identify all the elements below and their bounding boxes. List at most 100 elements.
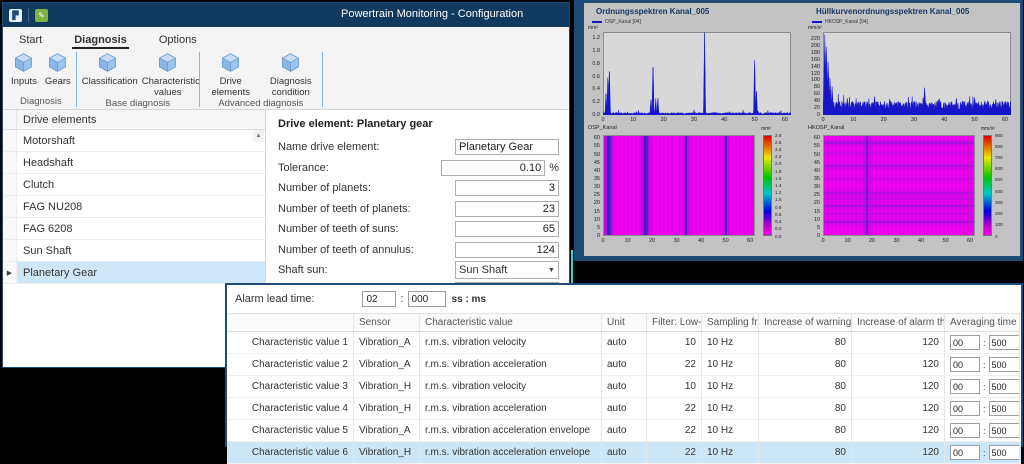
classification-button[interactable]: Classification (78, 49, 138, 88)
drive-elements-header-label: Drive elements (17, 114, 96, 126)
tolerance-input[interactable] (441, 160, 545, 176)
avg-seconds-input[interactable] (950, 379, 980, 394)
y-tick-label: 180 (806, 50, 820, 56)
edit-icon[interactable]: ✎ (35, 9, 48, 22)
colorbar-tick-label: 0.8 (775, 205, 781, 210)
colorbar-tick-label: 300 (995, 200, 1003, 205)
x-tick-label: 0 (595, 117, 611, 123)
list-item-fag-nu208[interactable]: FAG NU208 (3, 196, 265, 218)
gears-button[interactable]: Gears (41, 49, 75, 88)
number-of-teeth-of-planets-input[interactable] (455, 201, 559, 217)
titlebar[interactable]: ▛ ✎ Powertrain Monitoring - Configuratio… (3, 3, 569, 27)
desktop: { "window": { "title": "Powertrain Monit… (0, 0, 1024, 449)
tab-options[interactable]: Options (157, 32, 199, 49)
warning-cell: 80 (759, 376, 852, 397)
avg-ms-input[interactable] (989, 423, 1020, 438)
cube-icon (97, 50, 118, 77)
number-of-teeth-of-suns-input[interactable] (455, 221, 559, 237)
sampling-cell: 10 Hz (702, 420, 759, 441)
table-row[interactable]: Characteristic value 3Vibration_Hr.m.s. … (227, 376, 1021, 398)
list-item-headshaft[interactable]: Headshaft (3, 152, 265, 174)
list-item-planetary-gear[interactable]: ▶Planetary Gear (3, 262, 265, 284)
table-header-row: SensorCharacteristic valueUnitFilter: Lo… (227, 313, 1021, 332)
table-row[interactable]: Characteristic value 2Vibration_Ar.m.s. … (227, 354, 1021, 376)
alarm-seconds-input[interactable] (362, 291, 396, 307)
avg-ms-input[interactable] (989, 379, 1020, 394)
name-drive-element-input[interactable] (455, 139, 559, 155)
heatmap-x-tick-label: 30 (889, 238, 905, 244)
colorbar-tick-label: 100 (995, 222, 1003, 227)
x-tick-label: 50 (967, 117, 983, 123)
avg-seconds-input[interactable] (950, 357, 980, 372)
chart-title: Hüllkurvenordnungsspektren Kanal_005 (816, 7, 969, 16)
table-row[interactable]: Characteristic value 4Vibration_Hr.m.s. … (227, 398, 1021, 420)
colorbar-tick-label: 1.0 (775, 197, 781, 202)
avg-seconds-input[interactable] (950, 335, 980, 350)
colorbar (983, 135, 992, 236)
list-item-clutch[interactable]: Clutch (3, 174, 265, 196)
alarm-cell: 120 (852, 442, 945, 463)
alarm-cell: 120 (852, 332, 945, 353)
filter-cell: 10 (647, 376, 702, 397)
row-label: Characteristic value 2 (227, 354, 354, 375)
row-label: Characteristic value 5 (227, 420, 354, 441)
heatmap-vertical-streak (725, 136, 727, 235)
row-gutter (3, 196, 17, 217)
heatmap-x-tick-label: 0 (815, 238, 831, 244)
tab-start[interactable]: Start (17, 32, 44, 49)
characteristic-values-button[interactable]: Characteristic values (138, 49, 198, 98)
heatmap-vertical-streak (646, 136, 648, 235)
warning-cell: 80 (759, 398, 852, 419)
y-tick-label: 0.6 (586, 74, 600, 80)
colorbar-tick-label: 500 (995, 177, 1003, 182)
table-row[interactable]: Characteristic value 6Vibration_Hr.m.s. … (227, 442, 1021, 464)
scroll-up-button[interactable]: ▲ (253, 130, 264, 142)
sensor-cell: Vibration_H (354, 376, 420, 397)
avg-colon: : (983, 338, 986, 348)
averaging-time-cell: :ss : ms (945, 420, 1020, 441)
colorbar-unit-label: mm² (761, 126, 771, 132)
avg-ms-input[interactable] (989, 357, 1020, 372)
alarm-ms-input[interactable] (408, 291, 446, 307)
table-row[interactable]: Characteristic value 5Vibration_Ar.m.s. … (227, 420, 1021, 442)
avg-ms-input[interactable] (989, 401, 1020, 416)
diagnosis-condition-button[interactable]: Diagnosis condition (261, 49, 321, 98)
form-row: Name drive element: (278, 137, 559, 158)
number-of-teeth-of-annulus-input[interactable] (455, 242, 559, 258)
table-row[interactable]: Characteristic value 1Vibration_Ar.m.s. … (227, 332, 1021, 354)
charts-panel: Ordnungsspektren Kanal_005OSP_Kanal [04]… (584, 3, 1020, 256)
splitter-handle[interactable] (571, 250, 573, 283)
colorbar-tick-label: 2.4 (775, 147, 781, 152)
chart-column: Hüllkurvenordnungsspektren Kanal_005HKOS… (806, 3, 1018, 256)
line-series (823, 32, 1011, 115)
column-header: Characteristic value (420, 314, 602, 331)
ribbon-group-label: Diagnosis (7, 96, 75, 109)
form-row: Number of teeth of suns: (278, 219, 559, 240)
avg-seconds-input[interactable] (950, 445, 980, 460)
avg-seconds-input[interactable] (950, 423, 980, 438)
avg-colon: : (983, 404, 986, 414)
avg-ms-input[interactable] (989, 445, 1020, 460)
colorbar-tick-label: 1.8 (775, 169, 781, 174)
chart-title: Ordnungsspektren Kanal_005 (596, 7, 709, 16)
heatmap-y-tick-label: 15 (806, 209, 820, 215)
colorbar-tick-label: 2.2 (775, 154, 781, 159)
field-label: Number of teeth of suns: (278, 223, 455, 235)
legend-swatch (592, 21, 602, 23)
tab-diagnosis[interactable]: Diagnosis (72, 32, 129, 49)
avg-seconds-input[interactable] (950, 401, 980, 416)
sensor-cell: Vibration_H (354, 398, 420, 419)
heatmap-x-tick-label: 50 (718, 238, 734, 244)
list-item-sun-shaft[interactable]: Sun Shaft (3, 240, 265, 262)
drive-elements-button[interactable]: Drive elements (201, 49, 261, 98)
list-item-fag-6208[interactable]: FAG 6208 (3, 218, 265, 240)
list-item-motorshaft[interactable]: Motorshaft (3, 130, 265, 152)
shaft-sun-select[interactable]: Sun Shaft▼ (455, 261, 559, 279)
number-of-planets-input[interactable] (455, 180, 559, 196)
row-gutter (3, 174, 17, 195)
ribbon-group-diagnosis: InputsGears Diagnosis (7, 49, 75, 109)
y-tick-label: 120 (806, 71, 820, 77)
inputs-button[interactable]: Inputs (7, 49, 41, 88)
avg-colon: : (983, 426, 986, 436)
avg-ms-input[interactable] (989, 335, 1020, 350)
